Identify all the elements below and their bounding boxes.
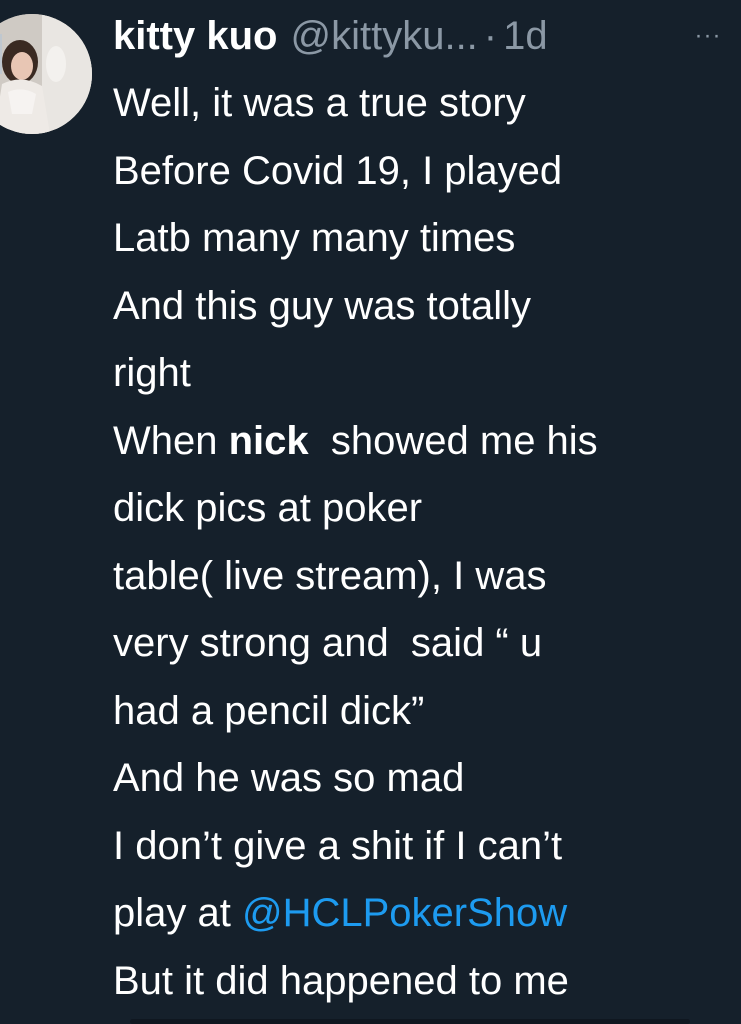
display-name[interactable]: kitty kuo <box>113 6 277 66</box>
text-line: And he was so mad <box>113 756 465 800</box>
tweet[interactable]: kitty kuo @kittyku... · 1d ··· Well, it … <box>0 0 741 1024</box>
text-line: Before Covid 19, I played <box>113 148 563 193</box>
timestamp[interactable]: 1d <box>503 6 548 66</box>
separator-dot: · <box>483 14 498 58</box>
text-line: had a pencil dick” <box>113 688 425 733</box>
text-line: Well, it was a true story <box>113 81 526 125</box>
text-segment: play at <box>113 891 242 935</box>
text-line: dick pics at poker <box>113 486 423 530</box>
text-line: table( live stream), I was <box>113 553 547 598</box>
text-line: When nick showed me his <box>113 408 738 476</box>
text-line: play at @HCLPokerShow <box>113 880 738 948</box>
text-segment: showed me his <box>308 418 598 463</box>
text-line: And this guy was totally <box>113 283 531 328</box>
more-options-icon[interactable]: ··· <box>684 6 732 66</box>
avatar[interactable] <box>0 14 92 134</box>
text-line: Latb many many times <box>113 216 516 260</box>
text-line: right <box>113 351 191 395</box>
tweet-text: Well, it was a true story Before Covid 1… <box>113 70 738 1015</box>
text-line: very strong and said “ u <box>113 621 543 665</box>
mention-link[interactable]: @HCLPokerShow <box>242 891 567 935</box>
tweet-header: kitty kuo @kittyku... · 1d <box>113 6 548 66</box>
user-handle[interactable]: @kittyku... <box>290 6 477 66</box>
avatar-photo <box>0 14 92 134</box>
text-segment: When <box>113 418 229 463</box>
bold-name: nick <box>228 418 309 463</box>
text-line: But it did happened to me <box>113 958 569 1003</box>
divider <box>130 1019 690 1024</box>
text-line: I don’t give a shit if I can’t <box>113 823 563 868</box>
